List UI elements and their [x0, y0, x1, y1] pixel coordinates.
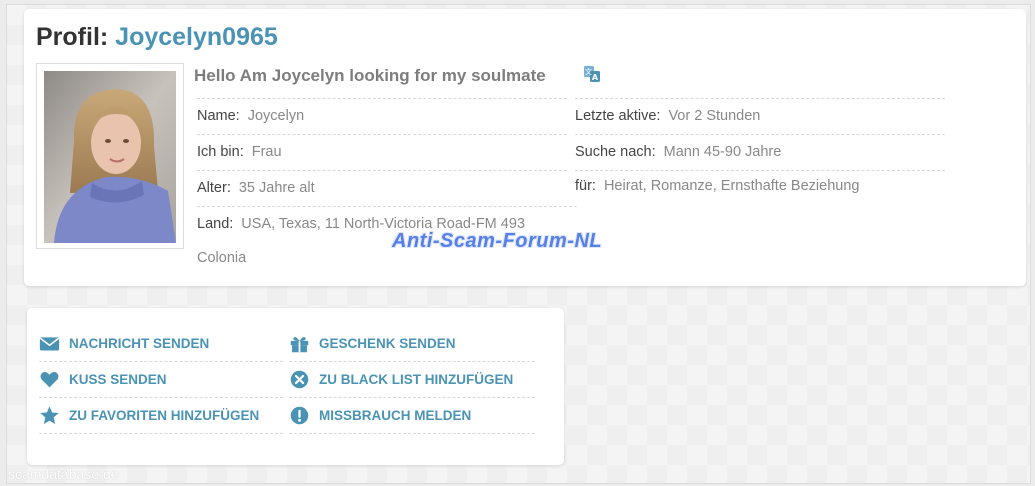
field-gender: Ich bin: Frau: [197, 134, 567, 169]
field-country-continuation: Colonia: [197, 241, 397, 276]
send-gift-button[interactable]: GESCHENK SENDEN: [289, 326, 535, 362]
action-label: ZU FAVORITEN HINZUFÜGEN: [69, 408, 260, 423]
envelope-icon: [39, 337, 60, 351]
field-value: 35 Jahre alt: [238, 180, 315, 196]
heart-icon: [40, 371, 59, 388]
field-value: Colonia: [197, 250, 247, 266]
field-name: Name: Joycelyn: [197, 98, 567, 133]
translate-icon[interactable]: A 文: [583, 65, 601, 83]
field-last-active: Letzte aktive: Vor 2 Stunden: [575, 98, 945, 133]
profile-photo[interactable]: [44, 71, 176, 243]
field-label: Land:: [197, 216, 234, 232]
bottom-watermark: scamdatabase.de: [8, 466, 119, 482]
gift-icon: [290, 336, 309, 353]
star-icon: [40, 406, 59, 425]
action-label: MISSBRAUCH MELDEN: [319, 408, 472, 423]
action-label: NACHRICHT SENDEN: [69, 336, 210, 351]
title-prefix: Profil:: [36, 23, 109, 51]
field-label: für:: [575, 178, 596, 194]
field-value: Vor 2 Stunden: [668, 108, 761, 124]
profile-card: Profil: Joycelyn0965 Hello Am Joycelyn l…: [24, 9, 1026, 286]
exclamation-circle-icon: [290, 406, 309, 425]
field-label: Alter:: [197, 180, 231, 196]
field-value: Heirat, Romanze, Ernsthafte Beziehung: [603, 178, 860, 194]
field-label: Name:: [197, 108, 240, 124]
action-label: GESCHENK SENDEN: [319, 336, 456, 351]
add-blacklist-button[interactable]: ZU BLACK LIST HINZUFÜGEN: [289, 362, 535, 398]
page-title: Profil: Joycelyn0965: [36, 23, 278, 52]
field-label: Suche nach:: [575, 144, 656, 160]
svg-text:A: A: [592, 73, 599, 82]
profile-photo-image: [44, 71, 176, 243]
field-value: Frau: [251, 144, 282, 160]
profile-username: Joycelyn0965: [115, 23, 278, 51]
send-kiss-button[interactable]: KUSS SENDEN: [39, 362, 283, 398]
action-label: ZU BLACK LIST HINZUFÜGEN: [319, 372, 514, 387]
field-purpose: für: Heirat, Romanze, Ernsthafte Beziehun…: [575, 170, 945, 202]
field-value: Joycelyn: [247, 108, 305, 124]
actions-card: NACHRICHT SENDEN GESCHENK SENDEN KUSS SE…: [27, 308, 564, 465]
add-favorites-button[interactable]: ZU FAVORITEN HINZUFÜGEN: [39, 398, 283, 434]
report-abuse-button[interactable]: MISSBRAUCH MELDEN: [289, 398, 535, 434]
action-label: KUSS SENDEN: [69, 372, 167, 387]
field-label: Ich bin:: [197, 144, 244, 160]
field-label: Letzte aktive:: [575, 108, 661, 124]
profile-tagline: Hello Am Joycelyn looking for my soulmat…: [194, 66, 546, 85]
field-value: Mann 45-90 Jahre: [663, 144, 782, 160]
close-circle-icon: [290, 370, 309, 389]
watermark-text: Anti-Scam-Forum-NL: [392, 230, 603, 252]
profile-photo-frame[interactable]: [36, 63, 184, 249]
send-message-button[interactable]: NACHRICHT SENDEN: [39, 326, 283, 362]
field-age: Alter: 35 Jahre alt: [197, 170, 567, 205]
svg-text:文: 文: [585, 67, 592, 76]
field-looking-for: Suche nach: Mann 45-90 Jahre: [575, 134, 945, 169]
